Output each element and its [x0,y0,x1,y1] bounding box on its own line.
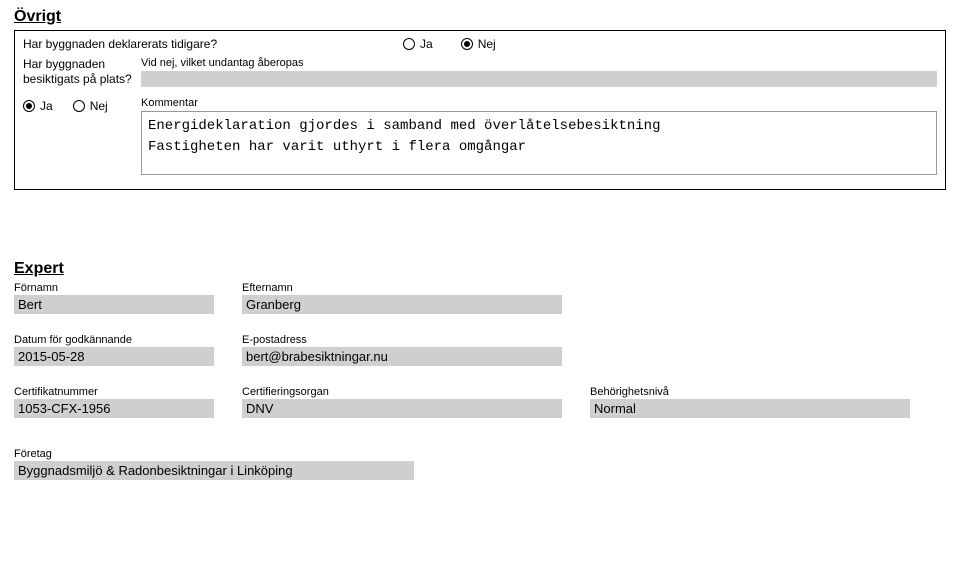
org-value: DNV [242,399,562,418]
radio-label-nej: Nej [478,37,496,51]
date-label: Datum för godkännande [14,334,214,346]
declared-ja-radio[interactable]: Ja [403,37,433,51]
email-value: bert@brabesiktningar.nu [242,347,562,366]
exemption-label: Vid nej, vilket undantag åberopas [141,57,937,69]
org-field: Certifieringsorgan DNV [242,386,562,418]
efternamn-value: Granberg [242,295,562,314]
expert-grid: Förnamn Bert Efternamn Granberg Datum fö… [14,282,946,480]
company-label: Företag [14,448,414,460]
declared-nej-radio[interactable]: Nej [461,37,496,51]
inspected-ja-radio[interactable]: Ja [23,99,53,113]
cert-value: 1053-CFX-1956 [14,399,214,418]
level-field: Behörighetsnivå Normal [590,386,910,418]
inspected-nej-radio[interactable]: Nej [73,99,108,113]
radio-unchecked-icon [403,38,415,50]
fornamn-field: Förnamn Bert [14,282,214,314]
ovrigt-box: Har byggnaden deklarerats tidigare? Ja N… [14,30,946,190]
email-field: E-postadress bert@brabesiktningar.nu [242,334,562,366]
declared-row: Har byggnaden deklarerats tidigare? Ja N… [23,37,937,51]
radio-unchecked-icon [73,100,85,112]
expert-title: Expert [14,260,946,278]
cert-label: Certifikatnummer [14,386,214,398]
level-value: Normal [590,399,910,418]
radio-label-nej: Nej [90,99,108,113]
comment-line: Energideklaration gjordes i samband med … [148,116,930,137]
ovrigt-title: Övrigt [14,8,946,26]
comment-row: Ja Nej Kommentar Energideklaration gjord… [23,97,937,175]
comment-line: Fastigheten har varit uthyrt i flera omg… [148,137,930,158]
radio-checked-icon [461,38,473,50]
comment-label: Kommentar [141,97,937,109]
declared-question: Har byggnaden deklarerats tidigare? [23,37,403,51]
company-field: Företag Byggnadsmiljö & Radonbesiktninga… [14,448,414,480]
efternamn-field: Efternamn Granberg [242,282,562,314]
inspected-question: Har byggnaden besiktigats på plats? [23,57,141,87]
exemption-row: Har byggnaden besiktigats på plats? Vid … [23,57,937,87]
fornamn-value: Bert [14,295,214,314]
efternamn-label: Efternamn [242,282,562,294]
date-field: Datum för godkännande 2015-05-28 [14,334,214,366]
radio-label-ja: Ja [40,99,53,113]
email-label: E-postadress [242,334,562,346]
radio-label-ja: Ja [420,37,433,51]
org-label: Certifieringsorgan [242,386,562,398]
level-label: Behörighetsnivå [590,386,910,398]
exemption-value [141,71,937,87]
cert-field: Certifikatnummer 1053-CFX-1956 [14,386,214,418]
radio-checked-icon [23,100,35,112]
comment-box[interactable]: Energideklaration gjordes i samband med … [141,111,937,175]
company-value: Byggnadsmiljö & Radonbesiktningar i Link… [14,461,414,480]
date-value: 2015-05-28 [14,347,214,366]
fornamn-label: Förnamn [14,282,214,294]
